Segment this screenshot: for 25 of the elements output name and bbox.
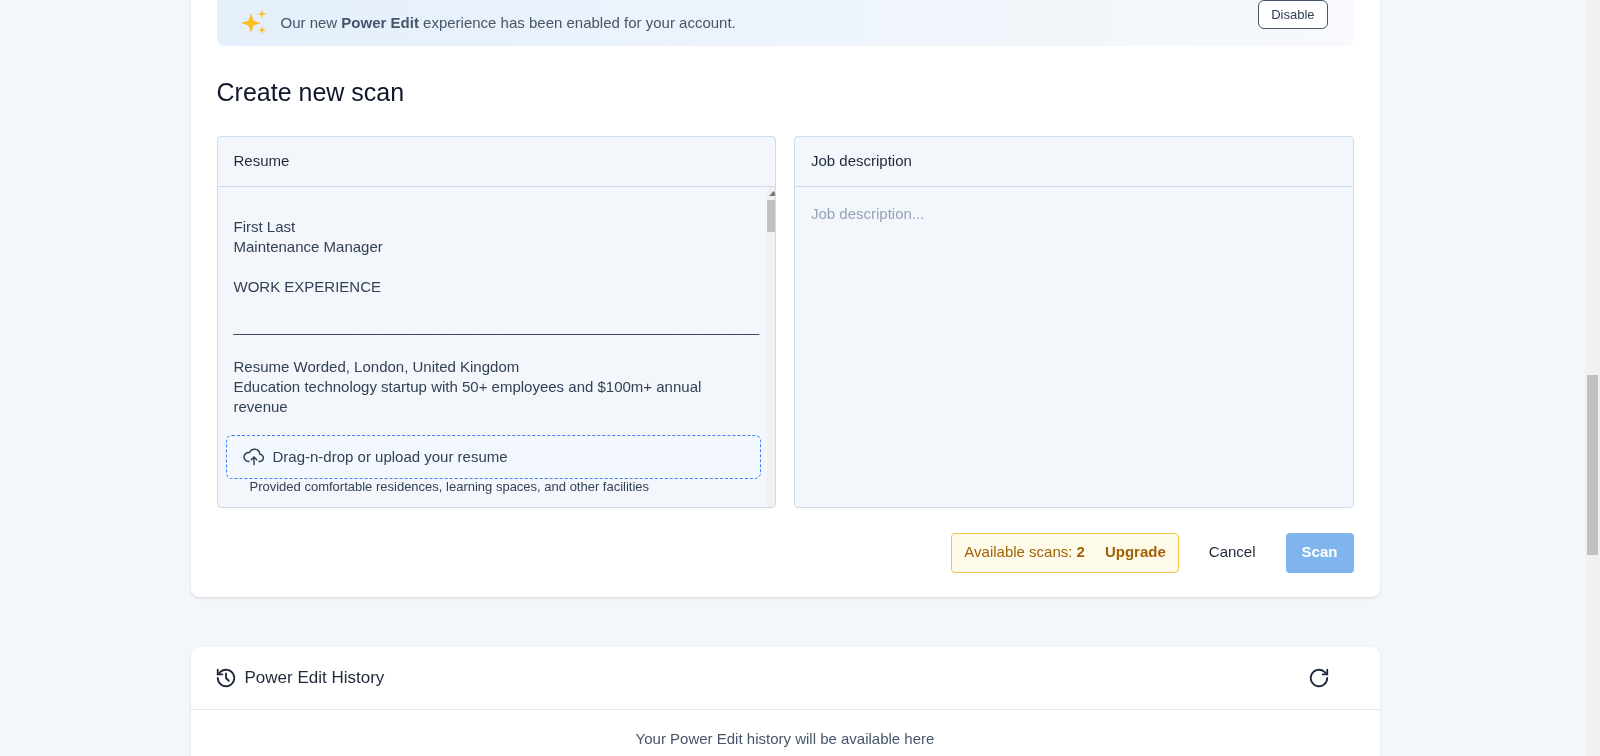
page-heading: Create new scan bbox=[216, 77, 406, 108]
cancel-button[interactable]: Cancel bbox=[1192, 532, 1272, 573]
job-description-panel[interactable]: Job description Job description... bbox=[794, 135, 1354, 508]
upload-dropzone[interactable]: Drag-n-drop or upload your resume bbox=[225, 434, 762, 479]
resume-text-line: _______________________________________________________________ bbox=[233, 316, 760, 337]
scrollbar-thumb[interactable] bbox=[1587, 375, 1598, 555]
panel-title: Job description bbox=[795, 136, 1353, 187]
history-icon bbox=[214, 666, 237, 689]
upgrade-link[interactable]: Upgrade bbox=[1104, 541, 1166, 564]
resume-text-line: Education technology startup with 50+ employees and $100m+ annual revenue bbox=[233, 376, 703, 417]
resume-text-line: Resume Worded, London, United Kingdom bbox=[233, 356, 521, 377]
disable-button[interactable]: Disable bbox=[1258, 0, 1328, 29]
panel-title: Resume bbox=[217, 136, 775, 187]
history-empty-text: Your Power Edit history will be available here bbox=[634, 728, 936, 749]
banner-message: Our new Power Edit experience has been enabled for your account. bbox=[280, 12, 737, 33]
scans-label: Available scans: 2 bbox=[964, 542, 1085, 563]
resume-text-line: WORK EXPERIENCE bbox=[233, 276, 383, 297]
history-title: Power Edit History bbox=[244, 666, 386, 689]
refresh-icon[interactable] bbox=[1307, 666, 1330, 689]
scroll-up-arrow-icon[interactable] bbox=[769, 190, 775, 196]
resume-text-line: Maintenance Manager bbox=[233, 236, 384, 257]
cloud-upload-icon bbox=[242, 446, 265, 467]
job-description-field[interactable]: Job description... bbox=[795, 186, 1353, 507]
resume-text-line: First Last bbox=[233, 216, 297, 237]
resume-text-line: Provided comfortable residences, learning spaces, and other facilities bbox=[248, 478, 651, 495]
